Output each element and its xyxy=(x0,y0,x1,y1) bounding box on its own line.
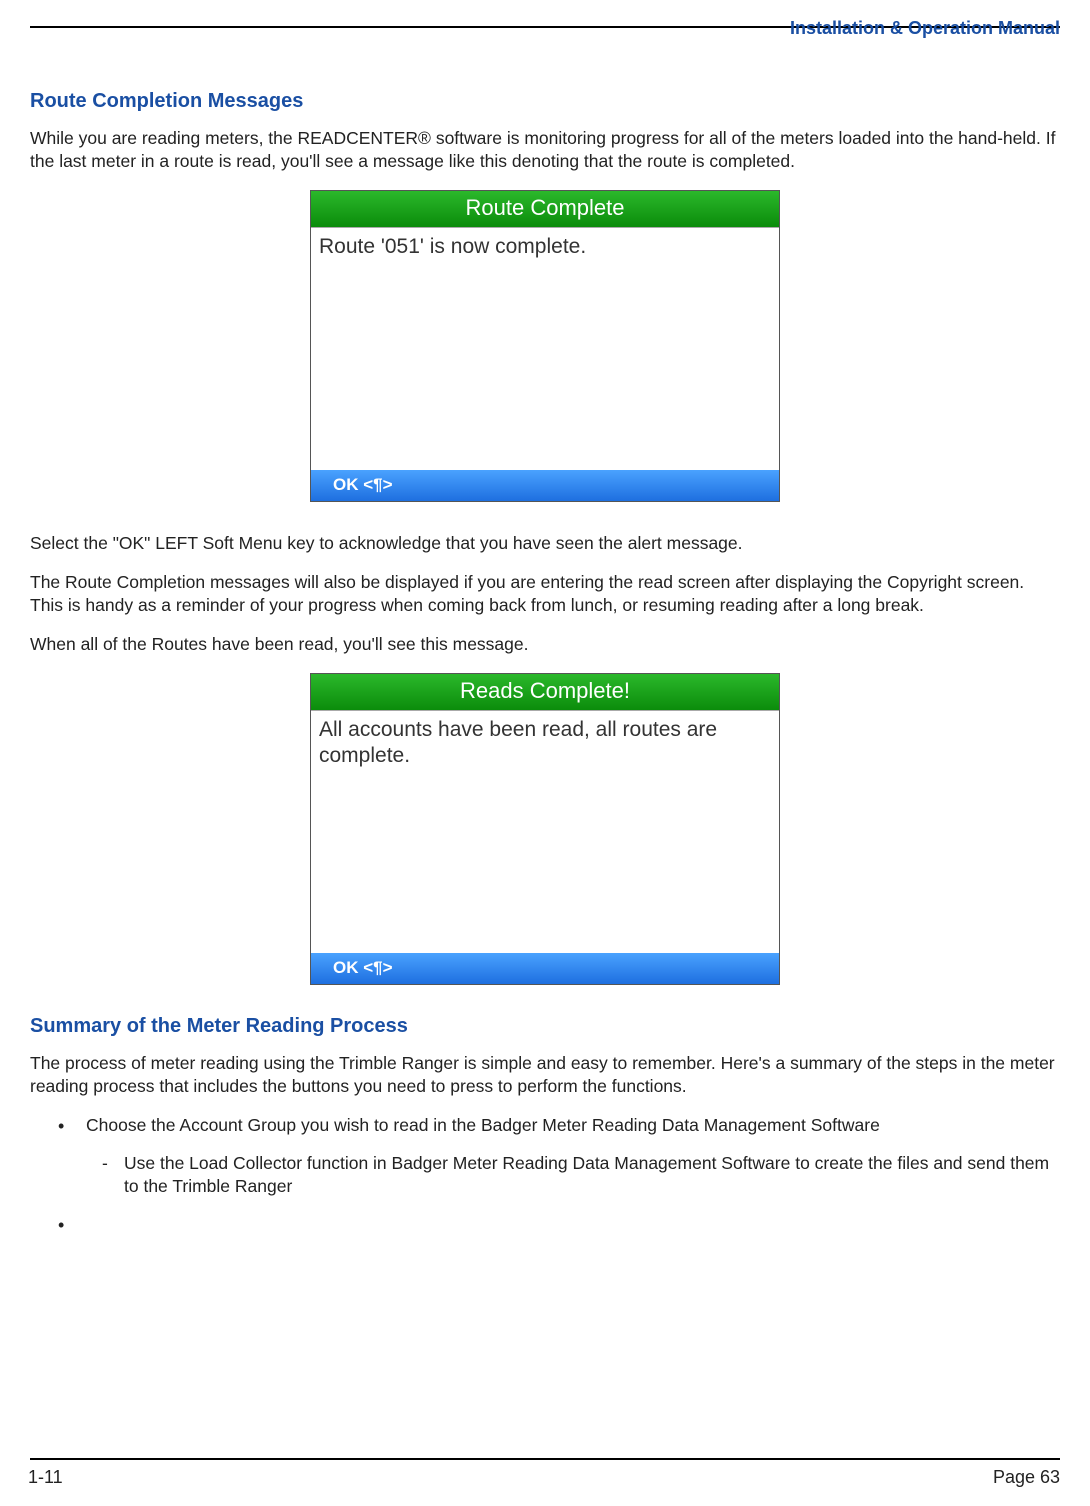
dialog-body: Route '051' is now complete. xyxy=(311,227,779,470)
list-item-text: Use the Load Collector function in Badge… xyxy=(124,1153,1049,1197)
paragraph: The Route Completion messages will also … xyxy=(30,571,1060,618)
footer-rule xyxy=(30,1458,1060,1460)
content: Route Completion Messages While you are … xyxy=(30,90,1060,1199)
dash-list: Use the Load Collector function in Badge… xyxy=(86,1152,1060,1199)
list-item: Choose the Account Group you wish to rea… xyxy=(58,1114,1060,1199)
list-item: Use the Load Collector function in Badge… xyxy=(102,1152,1060,1199)
paragraph: While you are reading meters, the READCE… xyxy=(30,127,1060,174)
dialog-reads-complete: Reads Complete! All accounts have been r… xyxy=(310,673,780,985)
page: Installation & Operation Manual Route Co… xyxy=(0,0,1090,1506)
dialog-ok-button[interactable]: OK <¶> xyxy=(311,470,779,501)
header-title: Installation & Operation Manual xyxy=(790,18,1060,39)
section-heading-route-completion: Route Completion Messages xyxy=(30,90,1060,113)
list-item-text: Choose the Account Group you wish to rea… xyxy=(86,1115,880,1135)
paragraph: Select the "OK" LEFT Soft Menu key to ac… xyxy=(30,532,1060,555)
dialog-route-complete: Route Complete Route '051' is now comple… xyxy=(310,190,780,502)
dialog-ok-button[interactable]: OK <¶> xyxy=(311,953,779,984)
paragraph: The process of meter reading using the T… xyxy=(30,1052,1060,1099)
dialog-frame: Reads Complete! All accounts have been r… xyxy=(310,673,780,985)
bullet-list: Choose the Account Group you wish to rea… xyxy=(30,1114,1060,1199)
dialog-title: Reads Complete! xyxy=(311,674,779,710)
footer-left: 1-11 xyxy=(28,1467,63,1488)
dialog-title: Route Complete xyxy=(311,191,779,227)
dialog-frame: Route Complete Route '051' is now comple… xyxy=(310,190,780,502)
section-heading-summary: Summary of the Meter Reading Process xyxy=(30,1015,1060,1038)
dialog-body: All accounts have been read, all routes … xyxy=(311,710,779,953)
paragraph: When all of the Routes have been read, y… xyxy=(30,633,1060,656)
footer-right: Page 63 xyxy=(993,1467,1060,1488)
